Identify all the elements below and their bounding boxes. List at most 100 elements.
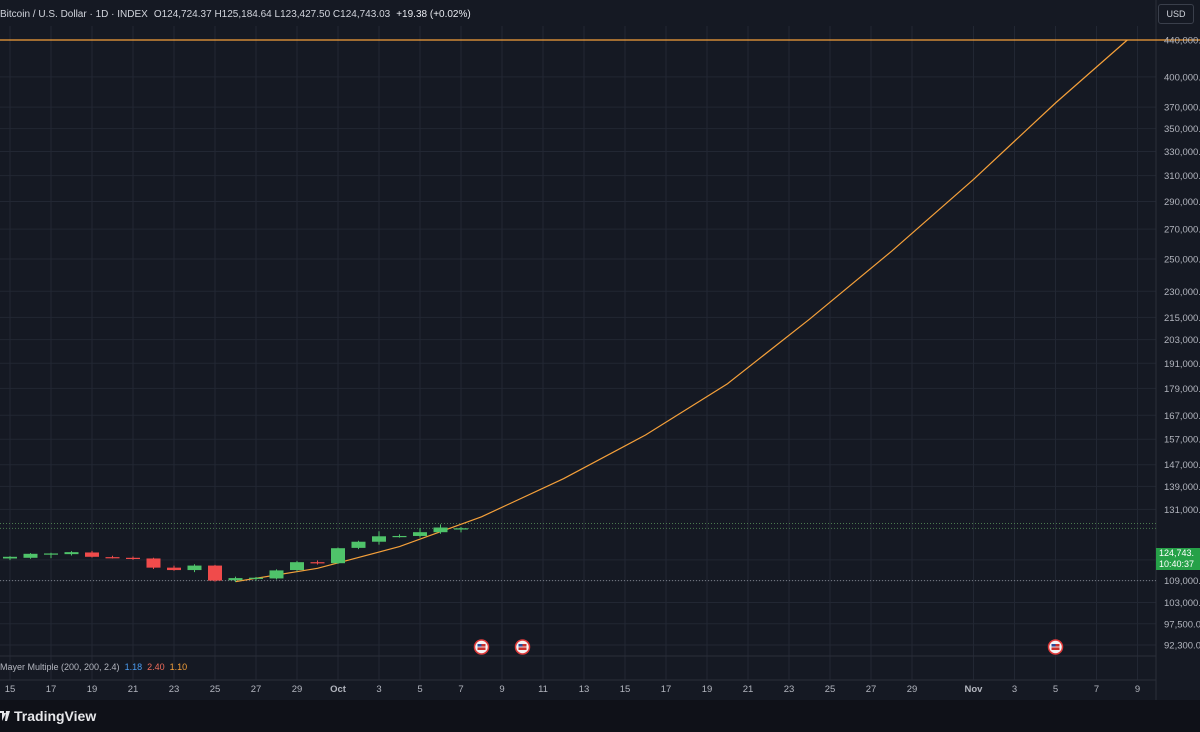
candle-body [290, 562, 304, 571]
candle [290, 560, 304, 572]
x-tick-label: 3 [1012, 684, 1017, 695]
x-tick-label: 15 [5, 684, 16, 695]
flag-canton [1051, 644, 1056, 647]
candle-body [44, 553, 58, 555]
x-tick-label: 19 [702, 684, 713, 695]
candle [187, 564, 202, 573]
y-tick-label: 270,000. [1164, 225, 1200, 236]
candles [3, 524, 468, 582]
x-tick-label: 21 [128, 684, 139, 695]
indicator-legend[interactable]: Mayer Multiple (200, 200, 2.4) 1.18 2.40… [0, 662, 187, 672]
chart-window: 440,000. 400,000. 370,000. 350,000. 330,000.… [0, 0, 1200, 732]
candle [64, 551, 79, 556]
x-tick-label: 19 [87, 684, 98, 695]
flag-canton [477, 644, 482, 647]
candle-body [372, 536, 386, 542]
candle-body [85, 552, 99, 557]
y-tick-label: 310,000. [1164, 171, 1200, 182]
candle-body [208, 565, 222, 581]
x-tick-label: 27 [251, 684, 262, 695]
candle-body [167, 567, 181, 571]
y-tick-label: 147,000. [1164, 460, 1200, 471]
flag-canton [518, 644, 523, 647]
change-value: +19.38 (+0.02%) [396, 8, 471, 20]
us-flag-icon [473, 639, 490, 655]
open-value: 124,724.37 [161, 8, 212, 20]
indicator-value-1: 1.18 [124, 662, 143, 672]
x-tick-label: 23 [169, 684, 180, 695]
x-tick-label: 17 [46, 684, 57, 695]
candle [146, 557, 161, 570]
candle-body [146, 558, 161, 568]
ohlc-values: O124,724.37 H125,184.64 L123,427.50 C124… [154, 9, 390, 20]
x-tick-label: 7 [458, 684, 463, 695]
x-tick-label: 17 [661, 684, 672, 695]
candle-body [331, 548, 345, 564]
x-tick-label: 29 [907, 684, 918, 695]
x-tick-label: Nov [965, 684, 984, 695]
candle [310, 560, 325, 565]
y-tick-label: 350,000. [1164, 124, 1200, 135]
symbol-title[interactable]: Bitcoin / U.S. Dollar · 1D · INDEX [0, 9, 148, 20]
last-price: 124,743. [1159, 548, 1195, 558]
candle-body [392, 535, 407, 538]
y-tick-label: 139,000. [1164, 482, 1200, 493]
x-tick-label: 13 [579, 684, 590, 695]
y-tick-label: 290,000. [1164, 197, 1200, 208]
x-tick-label: 25 [210, 684, 221, 695]
candle-body [3, 556, 17, 559]
x-tick-label: 27 [866, 684, 877, 695]
candle-body [228, 578, 243, 581]
candle [331, 547, 345, 564]
x-tick-label: 5 [1053, 684, 1058, 695]
candle-body [187, 565, 202, 571]
candle-body [454, 528, 468, 530]
candle-body [351, 541, 366, 548]
close-value: 124,743.03 [340, 8, 391, 20]
x-tick-label: 5 [417, 684, 422, 695]
candle [351, 540, 366, 550]
y-tick-label: 440,000. [1164, 36, 1200, 47]
y-tick-label: 157,000. [1164, 435, 1200, 446]
x-tick-label: 21 [743, 684, 754, 695]
us-flag-icon [514, 639, 531, 655]
y-tick-label: 330,000. [1164, 147, 1200, 158]
y-tick-label: 250,000. [1164, 254, 1200, 265]
candle-body [64, 552, 79, 555]
y-tick-label: 109,000. [1164, 576, 1200, 587]
x-tick-label: Oct [330, 684, 347, 695]
candle [105, 555, 120, 559]
candle-body [269, 570, 284, 579]
x-tick-label: 9 [499, 684, 504, 695]
footer-bar [0, 700, 1200, 732]
bar-countdown: 10:40:37 [1159, 559, 1195, 569]
x-tick-label: 7 [1094, 684, 1099, 695]
candle-body [433, 527, 448, 533]
legend-bar: Bitcoin / U.S. Dollar · 1D · INDEX O124,… [0, 6, 471, 22]
tradingview-logo[interactable]: TradingView [0, 708, 96, 724]
y-tick-label: 179,000. [1164, 384, 1200, 395]
candle [433, 524, 448, 534]
candle [269, 569, 284, 580]
low-value: 123,427.50 [280, 8, 331, 20]
x-tick-label: 23 [784, 684, 795, 695]
candle [454, 526, 468, 533]
currency-button[interactable]: USD [1158, 4, 1194, 24]
candle-body [23, 553, 38, 558]
tradingview-logo-icon [0, 711, 10, 721]
candle-body [105, 557, 120, 559]
y-tick-label: 400,000. [1164, 72, 1200, 83]
candle [413, 528, 427, 538]
x-tick-label: 15 [620, 684, 631, 695]
x-tick-label: 3 [376, 684, 381, 695]
x-tick-label: 29 [292, 684, 303, 695]
projection-curve [235, 39, 1128, 583]
y-tick-label: 203,000. [1164, 335, 1200, 346]
candle [372, 531, 386, 545]
y-tick-label: 103,000. [1164, 598, 1200, 609]
indicator-value-2: 2.40 [147, 662, 165, 672]
price-chart[interactable]: 440,000. 400,000. 370,000. 350,000. 330,000.… [0, 0, 1200, 732]
candle [167, 565, 181, 571]
candle [126, 556, 140, 560]
last-price-badge: 124,743. 10:40:37 [1156, 548, 1200, 570]
